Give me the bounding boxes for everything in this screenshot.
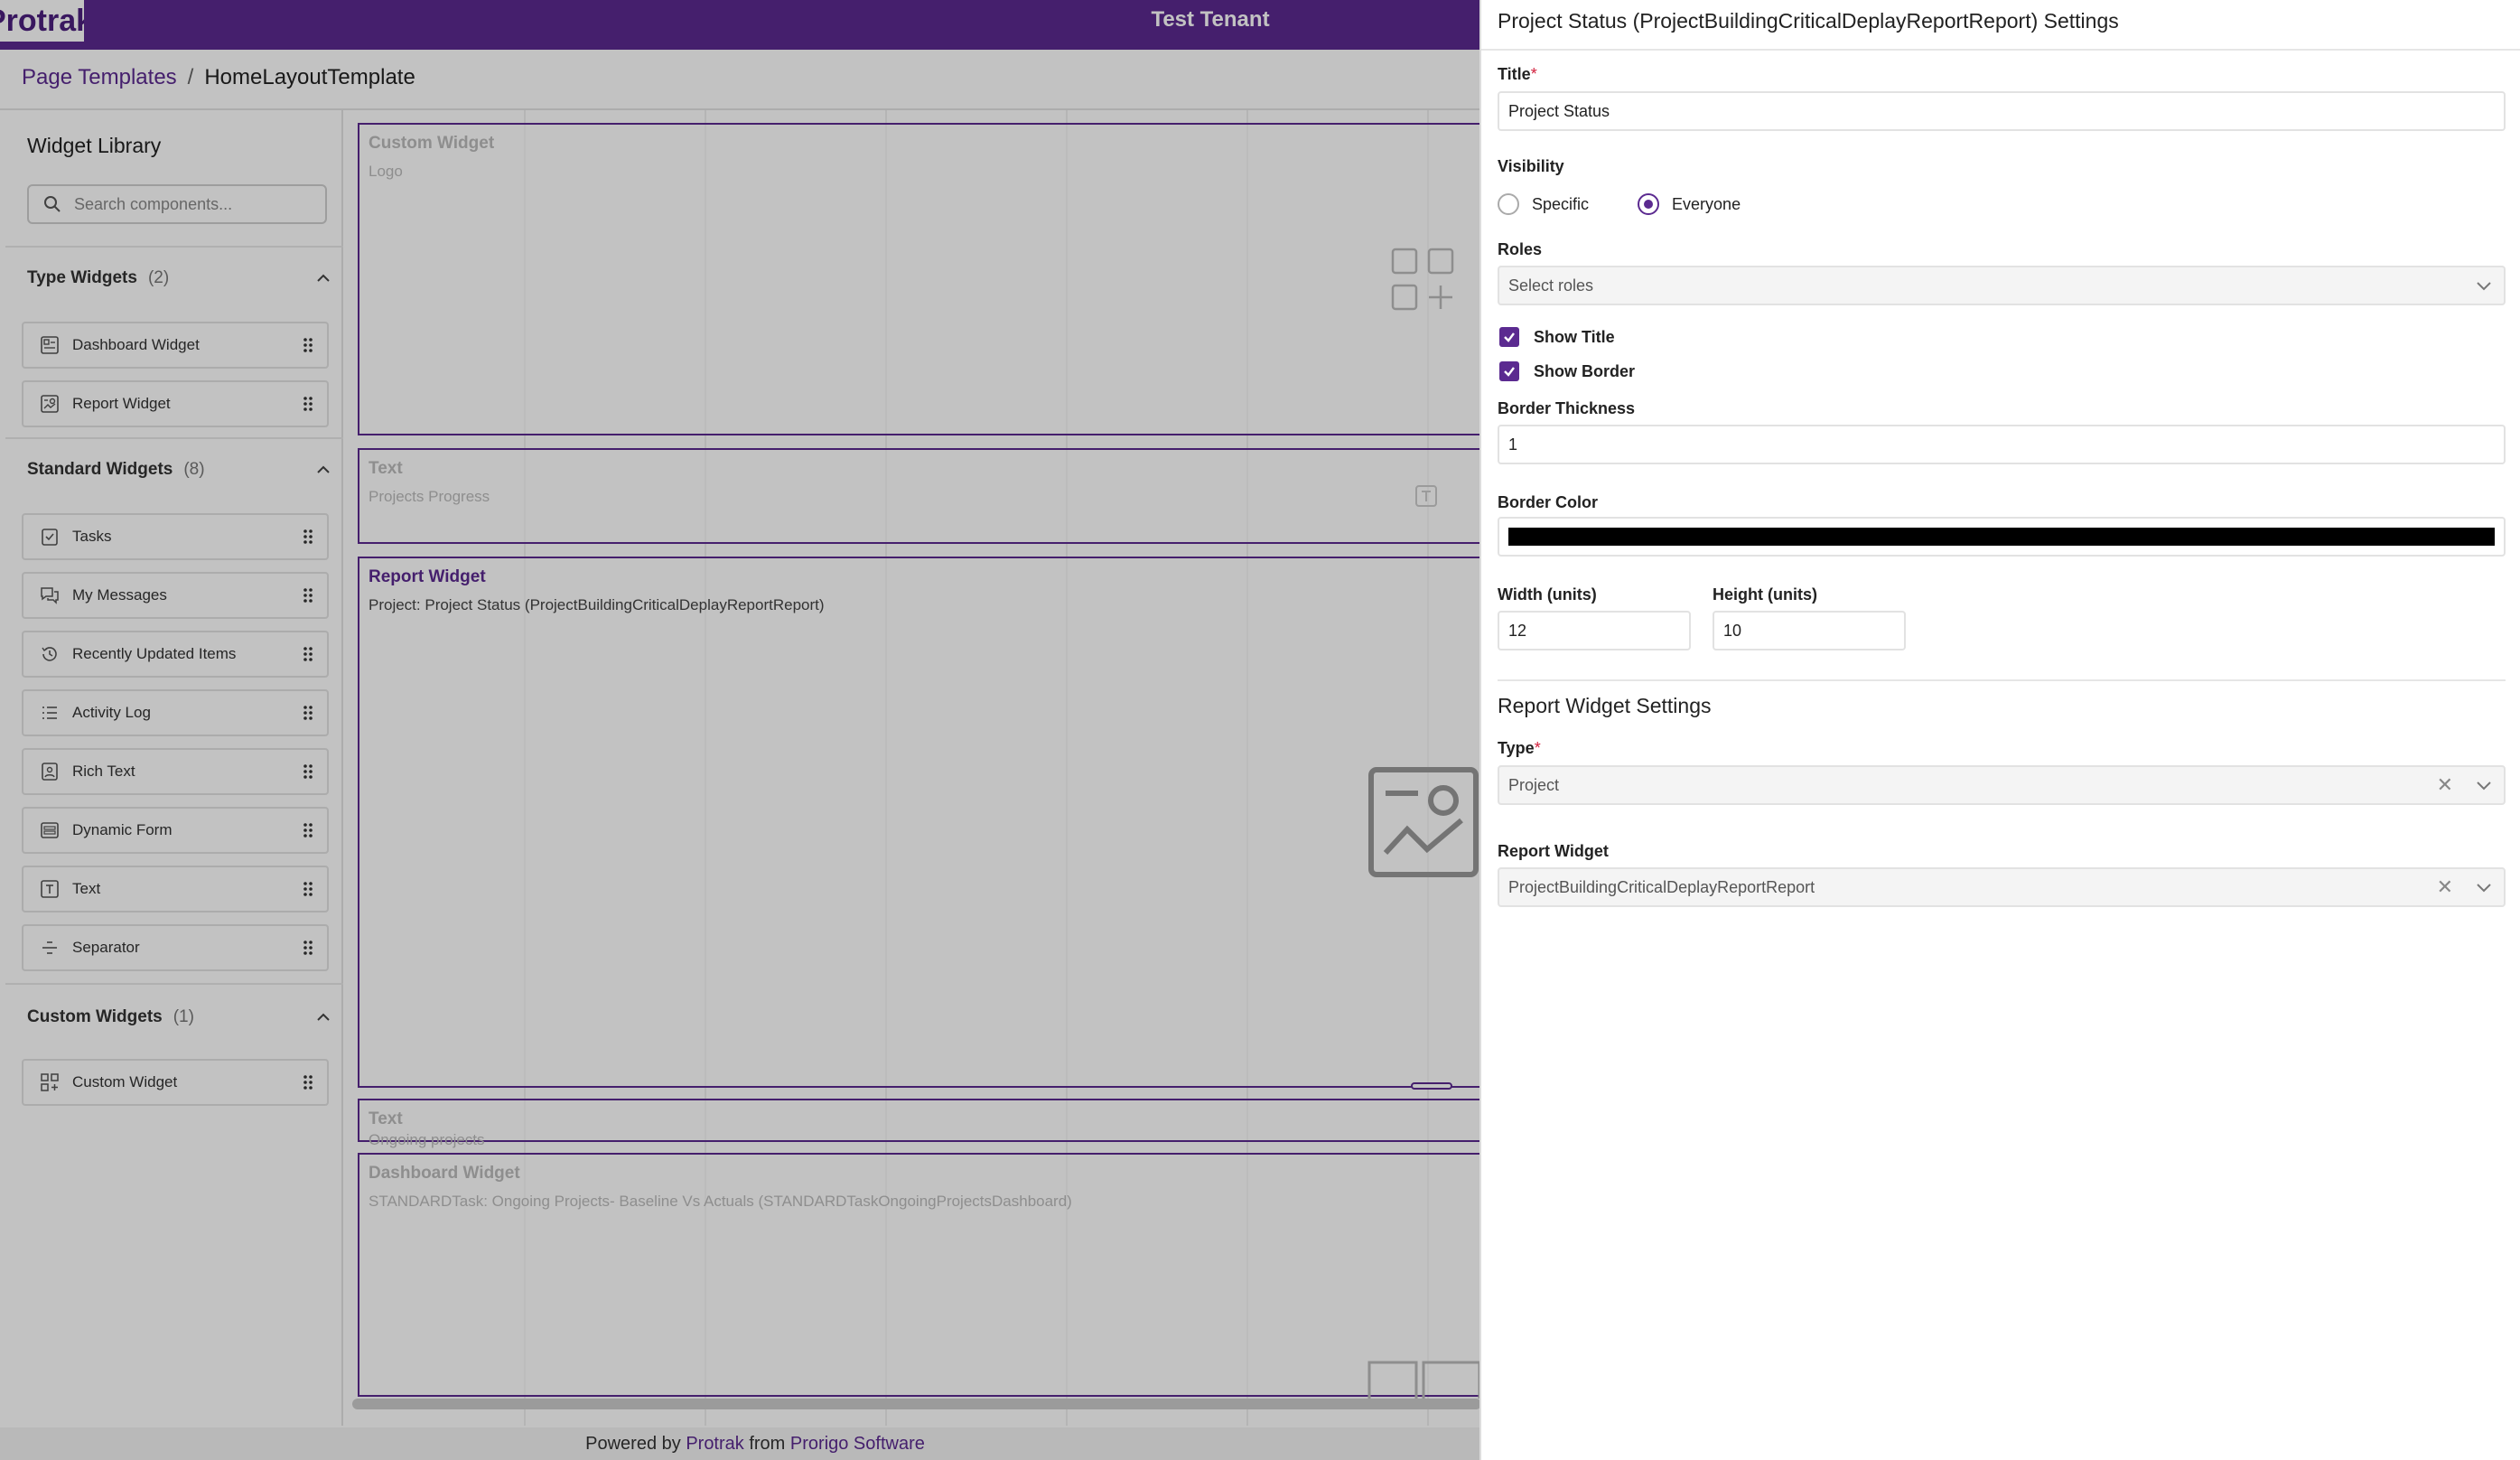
clear-icon[interactable]: ✕ xyxy=(2437,877,2453,897)
visibility-option-specific: Specific xyxy=(1532,194,1590,213)
report-widget-settings-title: Report Widget Settings xyxy=(1498,694,1712,717)
roles-label: Roles xyxy=(1498,240,1543,258)
show-title-checkbox[interactable]: Show Title xyxy=(1499,327,1615,347)
section-divider xyxy=(1498,679,2506,681)
title-input[interactable]: Project Status xyxy=(1498,91,2506,131)
border-color-picker[interactable] xyxy=(1498,517,2506,557)
border-color-label: Border Color xyxy=(1498,493,1599,511)
border-color-swatch xyxy=(1508,528,2495,546)
type-select[interactable]: Project ✕ xyxy=(1498,765,2506,805)
border-thickness-label: Border Thickness xyxy=(1498,399,1636,417)
checkbox-checked-icon[interactable] xyxy=(1499,361,1519,381)
visibility-radio-group: Specific Everyone xyxy=(1498,193,1741,215)
visibility-label: Visibility xyxy=(1498,157,1564,175)
width-label: Width (units) xyxy=(1498,585,1597,604)
report-widget-label: Report Widget xyxy=(1498,842,1609,860)
checkbox-checked-icon[interactable] xyxy=(1499,327,1519,347)
title-label: Title* xyxy=(1498,65,1537,83)
visibility-radio-everyone[interactable] xyxy=(1638,193,1660,215)
height-input[interactable]: 10 xyxy=(1713,611,1906,650)
type-label: Type* xyxy=(1498,739,1541,757)
visibility-radio-specific[interactable] xyxy=(1498,193,1519,215)
chevron-down-icon[interactable] xyxy=(2475,276,2493,295)
drawer-header-divider xyxy=(1481,49,2520,51)
border-thickness-input[interactable]: 1 xyxy=(1498,425,2506,464)
chevron-down-icon[interactable] xyxy=(2475,878,2493,896)
chevron-down-icon[interactable] xyxy=(2475,776,2493,794)
drawer-title: Project Status (ProjectBuildingCriticalD… xyxy=(1498,9,2119,33)
width-input[interactable]: 12 xyxy=(1498,611,1691,650)
visibility-option-everyone: Everyone xyxy=(1672,194,1741,213)
report-widget-select[interactable]: ProjectBuildingCriticalDeplayReportRepor… xyxy=(1498,867,2506,907)
height-label: Height (units) xyxy=(1713,585,1817,604)
clear-icon[interactable]: ✕ xyxy=(2437,775,2453,795)
modal-backdrop[interactable] xyxy=(0,0,1479,1460)
show-border-checkbox[interactable]: Show Border xyxy=(1499,361,1635,381)
widget-settings-drawer: Project Status (ProjectBuildingCriticalD… xyxy=(1479,0,2520,1460)
roles-select[interactable]: Select roles xyxy=(1498,266,2506,305)
